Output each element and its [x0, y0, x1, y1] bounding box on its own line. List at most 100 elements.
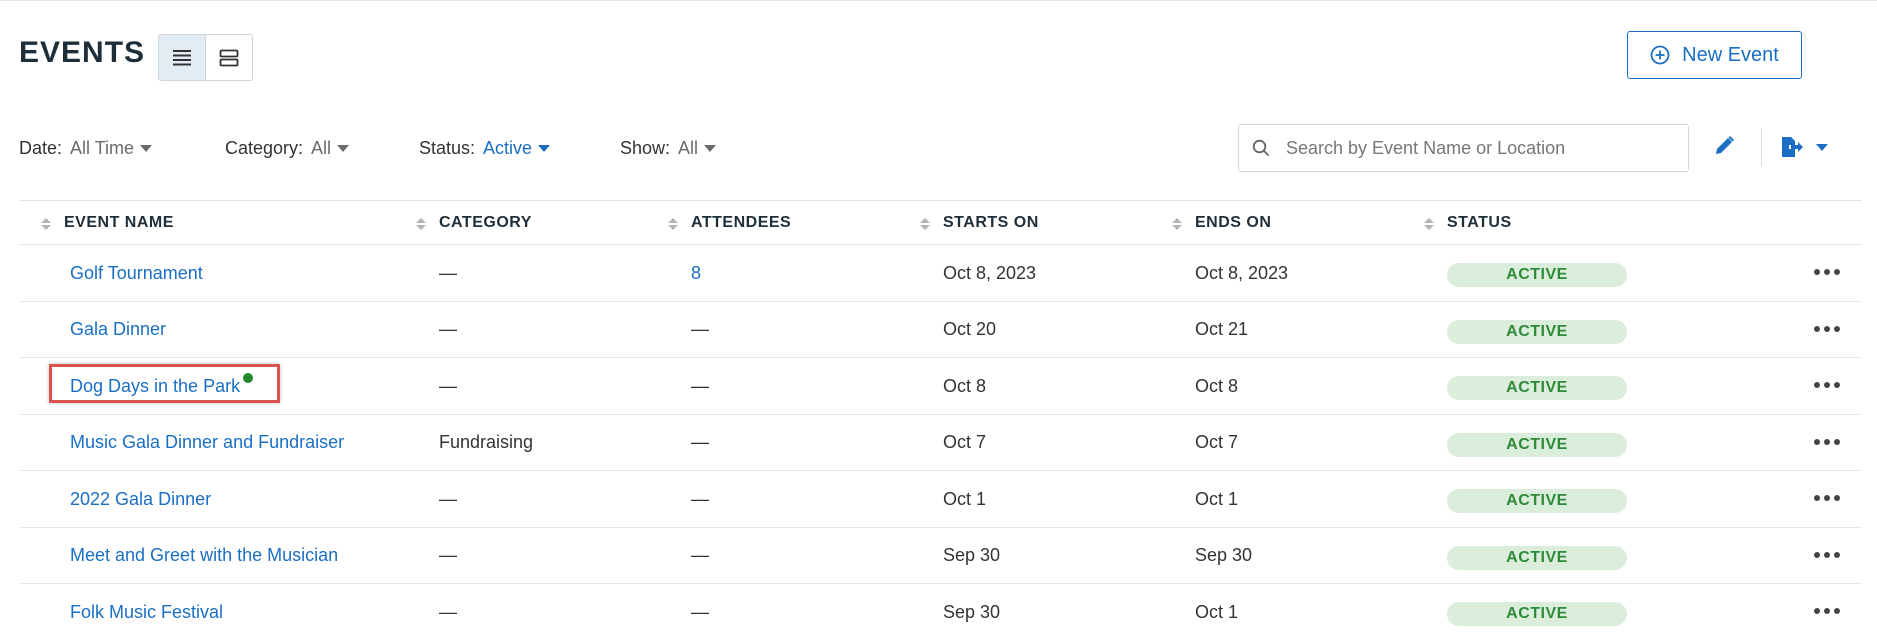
card-view-button[interactable]: [206, 35, 252, 80]
more-horizontal-icon[interactable]: [1814, 325, 1840, 333]
starts-on-cell: Oct 8: [943, 375, 987, 396]
starts-on-cell: Oct 1: [943, 488, 987, 509]
attendees-cell: —: [691, 601, 709, 622]
pencil-icon: [1716, 136, 1734, 154]
category-cell: —: [439, 545, 457, 565]
new-event-button[interactable]: New Event: [1627, 31, 1802, 79]
card-view-icon: [219, 49, 239, 66]
category-cell: —: [439, 375, 457, 396]
column-header-ends-on[interactable]: ENDS ON: [1195, 201, 1271, 245]
more-horizontal-icon[interactable]: [1814, 551, 1840, 559]
page-title: EVENTS: [19, 36, 146, 69]
sort-icon[interactable]: [1424, 218, 1434, 230]
status-badge: ACTIVE: [1447, 602, 1627, 626]
search-box: [1238, 124, 1689, 172]
event-name-link[interactable]: Meet and Greet with the Musician: [70, 528, 338, 584]
column-header-starts-on[interactable]: STARTS ON: [943, 201, 1039, 245]
column-header-event-name[interactable]: EVENT NAME: [64, 201, 174, 245]
status-badge: ACTIVE: [1447, 263, 1627, 287]
ends-on-cell: Oct 1: [1195, 601, 1239, 622]
chevron-down-icon: [1816, 143, 1828, 151]
category-cell: —: [439, 262, 457, 283]
column-header-status[interactable]: STATUS: [1447, 201, 1512, 245]
ends-on-cell: Oct 8, 2023: [1195, 262, 1289, 283]
date-filter-value: All Time: [70, 138, 135, 158]
sort-icon[interactable]: [416, 218, 426, 230]
table-row: Folk Music Festival — — Sep 30 Oct 1 ACT…: [19, 584, 1862, 634]
attendees-cell: —: [691, 432, 709, 452]
category-cell: —: [439, 319, 457, 339]
list-view-button[interactable]: [159, 35, 206, 80]
sort-icon[interactable]: [41, 218, 51, 230]
more-horizontal-icon[interactable]: [1814, 381, 1840, 389]
ends-on-cell: Oct 21: [1195, 319, 1249, 339]
starts-on-cell: Oct 7: [943, 432, 987, 452]
chevron-down-icon: [704, 145, 717, 152]
sort-icon[interactable]: [668, 218, 678, 230]
column-header-category[interactable]: CATEGORY: [439, 201, 532, 245]
category-cell: Fundraising: [439, 432, 534, 452]
chevron-down-icon: [337, 145, 350, 152]
more-horizontal-icon[interactable]: [1814, 268, 1840, 276]
status-filter[interactable]: Status: Active: [419, 138, 551, 159]
ends-on-cell: Oct 1: [1195, 488, 1239, 509]
event-name-link[interactable]: Folk Music Festival: [70, 584, 223, 634]
more-horizontal-icon[interactable]: [1814, 607, 1840, 615]
new-event-label: New Event: [1682, 43, 1779, 66]
column-header-attendees[interactable]: ATTENDEES: [691, 201, 791, 245]
date-filter-label: Date:: [19, 138, 63, 158]
attendees-cell: —: [691, 545, 709, 565]
starts-on-cell: Oct 8, 2023: [943, 262, 1037, 283]
ends-on-cell: Sep 30: [1195, 545, 1253, 565]
attendees-link[interactable]: 8: [691, 245, 701, 301]
date-filter[interactable]: Date: All Time: [19, 138, 153, 159]
sort-icon[interactable]: [1172, 218, 1182, 230]
starts-on-cell: Sep 30: [943, 545, 1001, 565]
search-input[interactable]: [1286, 137, 1666, 159]
edit-button[interactable]: [1713, 135, 1735, 162]
category-filter-label: Category:: [225, 138, 304, 158]
attendees-cell: —: [691, 375, 709, 396]
sort-icon[interactable]: [920, 218, 930, 230]
show-filter[interactable]: Show: All: [620, 138, 717, 159]
top-divider: [0, 0, 1877, 1]
starts-on-cell: Sep 30: [943, 601, 1001, 622]
event-name-link[interactable]: Golf Tournament: [70, 245, 203, 301]
table-row: Golf Tournament — 8 Oct 8, 2023 Oct 8, 2…: [19, 245, 1862, 302]
chevron-down-icon: [538, 145, 551, 152]
chevron-down-icon: [140, 145, 153, 152]
ends-on-cell: Oct 8: [1195, 375, 1239, 396]
category-filter[interactable]: Category: All: [225, 138, 350, 159]
event-name-link[interactable]: Dog Days in the Park: [70, 358, 240, 414]
starts-on-cell: Oct 20: [943, 319, 997, 339]
status-indicator-dot: [243, 373, 253, 383]
table-row: Music Gala Dinner and Fundraiser Fundrai…: [19, 415, 1862, 471]
table-header: EVENT NAME CATEGORY ATTENDEES STARTS ON …: [19, 201, 1862, 245]
status-filter-value: Active: [483, 138, 533, 158]
status-badge: ACTIVE: [1447, 489, 1627, 513]
status-filter-label: Status:: [419, 138, 476, 158]
event-name-link[interactable]: Gala Dinner: [70, 302, 166, 358]
list-view-icon: [173, 49, 191, 65]
more-horizontal-icon[interactable]: [1814, 438, 1840, 446]
view-toggle: [158, 34, 253, 81]
events-table: EVENT NAME CATEGORY ATTENDEES STARTS ON …: [19, 200, 1862, 634]
table-row: 2022 Gala Dinner — — Oct 1 Oct 1 ACTIVE: [19, 471, 1862, 528]
status-badge: ACTIVE: [1447, 319, 1627, 344]
attendees-cell: —: [691, 319, 709, 339]
export-button[interactable]: [1780, 136, 1828, 158]
category-cell: —: [439, 488, 457, 509]
table-row: Dog Days in the Park — — Oct 8 Oct 8 ACT…: [19, 358, 1862, 415]
status-badge: ACTIVE: [1447, 432, 1627, 457]
table-row: Gala Dinner — — Oct 20 Oct 21 ACTIVE: [19, 302, 1862, 358]
status-badge: ACTIVE: [1447, 545, 1627, 570]
more-horizontal-icon[interactable]: [1814, 494, 1840, 502]
attendees-cell: —: [691, 488, 709, 509]
event-name-link[interactable]: Music Gala Dinner and Fundraiser: [70, 415, 344, 471]
status-badge: ACTIVE: [1447, 376, 1627, 400]
event-name-link[interactable]: 2022 Gala Dinner: [70, 471, 211, 527]
category-filter-value: All: [311, 138, 332, 158]
ends-on-cell: Oct 7: [1195, 432, 1239, 452]
show-filter-value: All: [678, 138, 699, 158]
show-filter-label: Show:: [620, 138, 671, 158]
